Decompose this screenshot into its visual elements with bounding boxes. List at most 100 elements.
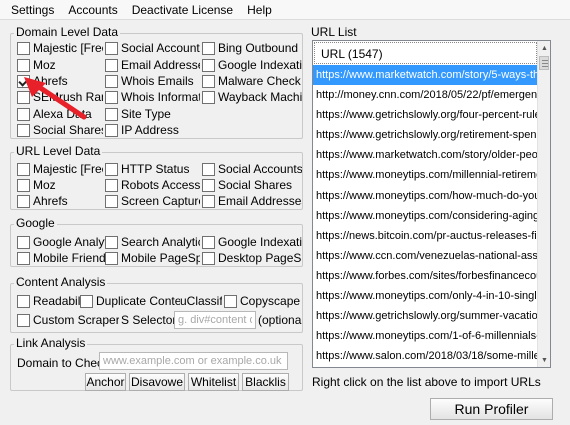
checkbox-domain-wayback-machine[interactable]: Wayback Machine	[202, 89, 302, 105]
checkbox-domain-whois-emails[interactable]: Whois Emails	[105, 73, 200, 89]
checkbox-google-analytics[interactable]: Google Analytics	[17, 234, 105, 250]
url-list-item[interactable]: https://www.marketwatch.com/story/5-ways…	[313, 65, 538, 86]
anchor-button[interactable]: Anchor	[85, 373, 126, 391]
checkbox-box[interactable]	[202, 178, 215, 192]
blacklist-button[interactable]: Blacklis	[242, 373, 289, 391]
checkbox-box[interactable]	[105, 90, 118, 104]
checkbox-domain-ip-address[interactable]: IP Address	[105, 122, 200, 138]
checkbox-box[interactable]	[105, 178, 118, 192]
checkbox-box[interactable]	[105, 194, 118, 208]
url-list-item[interactable]: https://www.getrichslowly.org/retirement…	[313, 125, 538, 145]
checkbox-box[interactable]	[105, 107, 118, 121]
checkbox-mobile-friendly[interactable]: Mobile Friendly	[17, 250, 105, 266]
checkbox-copyscape[interactable]: Copyscape	[240, 293, 302, 309]
checkbox-domain-google-indexation[interactable]: Google Indexation	[202, 57, 302, 73]
annotation-arrow-icon	[24, 77, 87, 120]
checkbox-url-robots-access[interactable]: Robots Access	[105, 177, 200, 193]
url-list-scrollbar[interactable]: ▲ ▼	[537, 41, 550, 367]
checkbox-box[interactable]	[202, 251, 215, 265]
disavow-button[interactable]: Disavowe	[129, 373, 185, 391]
url-list-item[interactable]: https://www.moneytips.com/only-4-in-10-s…	[313, 286, 538, 306]
checkbox-box[interactable]	[105, 162, 118, 176]
checkbox-domain-majestic[interactable]: Majestic [Free]	[17, 40, 103, 56]
menu-accounts[interactable]: Accounts	[61, 0, 124, 20]
menu-help[interactable]: Help	[240, 0, 279, 20]
checkbox-domain-whois-information[interactable]: Whois Information	[105, 89, 200, 105]
checkbox-domain-social-accounts[interactable]: Social Accounts	[105, 40, 200, 56]
checkbox-box[interactable]	[202, 235, 215, 249]
checkbox-url-majestic[interactable]: Majestic [Free]	[17, 161, 103, 177]
url-list-item[interactable]: https://www.getrichslowly.org/four-perce…	[313, 105, 538, 125]
checkbox-google-indexation[interactable]: Google Indexation	[202, 234, 302, 250]
checkbox-desktop-pagespeed[interactable]: Desktop PageSpeed	[202, 250, 302, 266]
checkbox-box[interactable]	[105, 74, 118, 88]
checkbox-uclassify[interactable]: uClassify	[180, 293, 240, 309]
checkbox-box[interactable]	[202, 194, 215, 208]
checkbox-box[interactable]	[17, 123, 30, 137]
checkbox-url-http-status[interactable]: HTTP Status	[105, 161, 200, 177]
checkbox-domain-email-addresses[interactable]: Email Addresses	[105, 57, 200, 73]
checkbox-box[interactable]	[17, 313, 30, 327]
checkbox-url-ahrefs[interactable]: Ahrefs	[17, 193, 103, 209]
checkbox-url-social-accounts[interactable]: Social Accounts	[202, 161, 302, 177]
checkbox-box[interactable]	[105, 251, 118, 265]
selector-input[interactable]	[174, 311, 256, 329]
url-list-item[interactable]: https://www.marketwatch.com/story/older-…	[313, 145, 538, 165]
google-title: Google	[14, 216, 57, 230]
checkbox-box[interactable]	[17, 235, 30, 249]
whitelist-button[interactable]: Whitelist	[188, 373, 239, 391]
checkbox-box[interactable]	[17, 178, 30, 192]
checkbox-domain-malware-check[interactable]: Malware Check	[202, 73, 302, 89]
checkbox-box[interactable]	[17, 294, 30, 308]
checkbox-url-screen-capture[interactable]: Screen Capture	[105, 193, 200, 209]
url-list-item[interactable]: https://www.getrichslowly.org/summer-vac…	[313, 306, 538, 326]
scroll-thumb[interactable]	[539, 56, 549, 70]
checkbox-mobile-pagespeed[interactable]: Mobile PageSpeed	[105, 250, 200, 266]
url-list-item[interactable]: https://www.moneytips.com/considering-ag…	[313, 206, 538, 226]
url-list-header[interactable]: URL (1547)	[314, 42, 537, 64]
url-list-item[interactable]: https://news.bitcoin.com/pr-auctus-relea…	[313, 226, 538, 246]
url-list-item[interactable]: https://www.moneytips.com/millennial-ret…	[313, 165, 538, 185]
checkbox-box[interactable]	[202, 41, 215, 55]
checkbox-box[interactable]	[202, 58, 215, 72]
checkbox-box[interactable]	[17, 194, 30, 208]
run-profiler-button[interactable]: Run Profiler	[430, 398, 553, 420]
url-list-item[interactable]: https://www.moneytips.com/how-much-do-yo…	[313, 186, 538, 206]
checkbox-url-social-shares[interactable]: Social Shares	[202, 177, 302, 193]
checkbox-box[interactable]	[17, 58, 30, 72]
checkbox-box[interactable]	[202, 162, 215, 176]
checkbox-box[interactable]	[105, 41, 118, 55]
url-list-item[interactable]: https://www.forbes.com/sites/forbesfinan…	[313, 266, 538, 286]
checkbox-label: Whois Information	[121, 90, 200, 104]
checkbox-search-analytics[interactable]: Search Analytics	[105, 234, 200, 250]
checkbox-box[interactable]	[202, 90, 215, 104]
url-list-item[interactable]: http://money.cnn.com/2018/05/22/pf/emerg…	[313, 85, 538, 105]
checkbox-box[interactable]	[17, 251, 30, 265]
url-list-item[interactable]: https://www.moneytips.com/1-of-6-millenn…	[313, 326, 538, 346]
url-list-item[interactable]: https://www.salon.com/2018/03/18/some-mi…	[313, 346, 538, 366]
menu-deactivate-license[interactable]: Deactivate License	[125, 0, 240, 20]
checkbox-duplicate-content[interactable]: Duplicate Content	[80, 293, 180, 309]
checkbox-box[interactable]	[105, 123, 118, 137]
checkbox-box[interactable]	[105, 235, 118, 249]
checkbox-custom-scraper[interactable]: Custom Scraper	[17, 312, 119, 328]
checkbox-domain-site-type[interactable]: Site Type	[105, 106, 200, 122]
checkbox-url-email-addresses[interactable]: Email Addresses	[202, 193, 302, 209]
checkbox-url-moz[interactable]: Moz	[17, 177, 103, 193]
checkbox-domain-moz[interactable]: Moz	[17, 57, 103, 73]
checkbox-domain-bing-outbound[interactable]: Bing Outbound Links	[202, 40, 302, 56]
checkbox-box[interactable]	[80, 294, 93, 308]
menu-settings[interactable]: Settings	[4, 0, 61, 20]
checkbox-label: Email Addresses	[218, 194, 302, 208]
scroll-down-icon[interactable]: ▼	[538, 353, 550, 367]
checkbox-box[interactable]	[105, 58, 118, 72]
checkbox-box[interactable]	[224, 294, 237, 308]
checkbox-box[interactable]	[17, 41, 30, 55]
scroll-up-icon[interactable]: ▲	[538, 41, 550, 55]
checkbox-box[interactable]	[17, 162, 30, 176]
checkbox-box[interactable]	[202, 74, 215, 88]
url-list-item[interactable]: https://www.thesimpledollar.com/question…	[313, 366, 538, 367]
url-list-item[interactable]: https://www.ccn.com/venezuelas-national-…	[313, 246, 538, 266]
domain-check-input[interactable]	[99, 352, 288, 370]
url-list[interactable]: URL (1547) https://www.marketwatch.com/s…	[312, 40, 551, 368]
